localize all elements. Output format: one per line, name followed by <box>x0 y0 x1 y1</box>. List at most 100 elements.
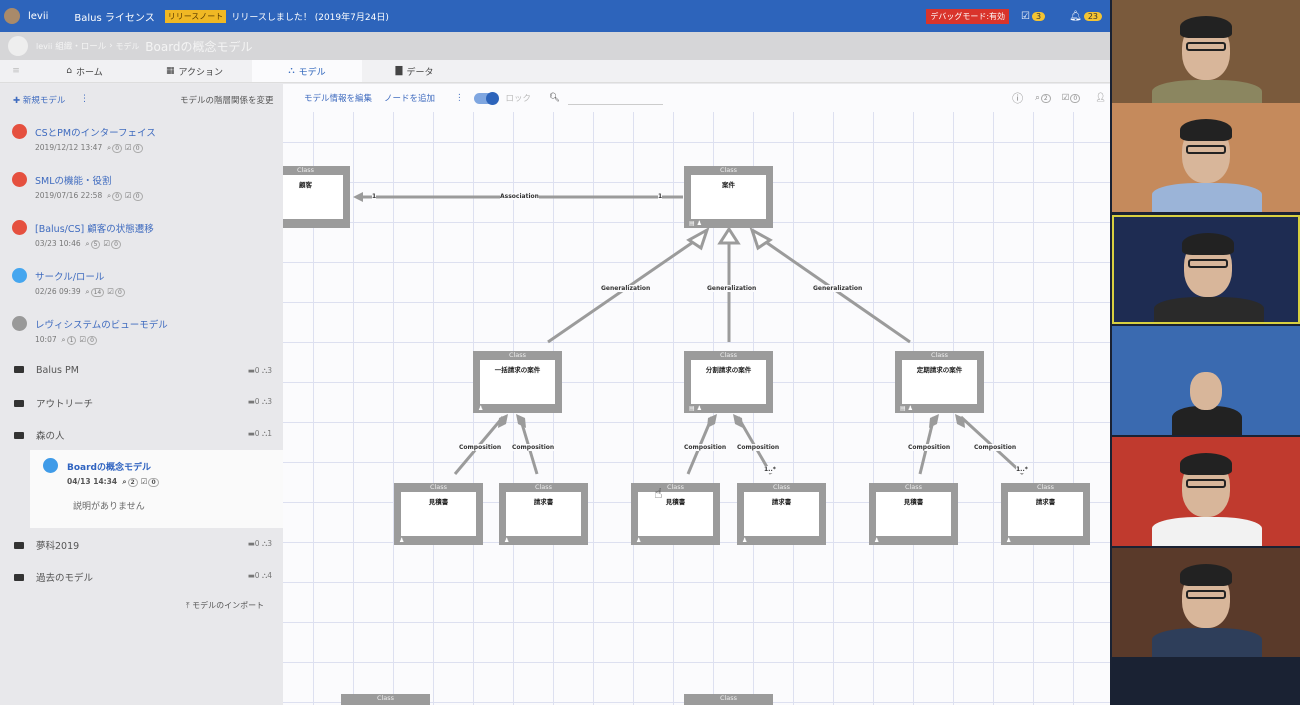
video-tile-active-speaker[interactable] <box>1112 215 1300 324</box>
more-icon[interactable]: ⋮ <box>455 93 464 103</box>
model-title: SMLの機能・役割 <box>35 176 112 187</box>
folder-counts: ▬0 ⛬3 <box>247 539 272 548</box>
composition-label: Composition <box>737 444 780 451</box>
node-icons: ▤ ♟ <box>689 405 702 412</box>
class-node-customer[interactable]: Class 顧客 <box>283 166 350 228</box>
folder-name: 森の人 <box>36 431 65 442</box>
breadcrumb-org[interactable]: levii <box>36 42 52 51</box>
tab-action[interactable]: ▦ アクション <box>137 60 252 82</box>
diagram-canvas[interactable]: Association 1 1 Generalization Generaliz… <box>283 112 1110 705</box>
tab-home[interactable]: ⌂ ホーム <box>32 60 137 82</box>
stereotype: Class <box>1036 483 1055 491</box>
lock-label: ロック <box>505 94 532 104</box>
change-hierarchy-button[interactable]: モデルの階層関係を変更 <box>180 94 274 106</box>
new-model-button[interactable]: ✚ 新規モデル <box>13 94 65 106</box>
license-name[interactable]: Balus ライセンス <box>74 9 154 24</box>
breadcrumb-section[interactable]: モデル <box>116 41 140 52</box>
folder-item[interactable]: Balus PM ▬0 ⛬3 <box>14 365 272 376</box>
comments-button[interactable]: ⌕ 2 <box>1035 93 1054 103</box>
generalization-label: Generalization <box>813 285 863 292</box>
model-title: CSとPMのインターフェイス <box>35 128 156 139</box>
tab-label: データ <box>406 67 434 78</box>
class-node-invoice[interactable]: Class 請求書 ♟ <box>499 483 588 545</box>
class-node-estimate[interactable]: Class 見積書 ♟ <box>869 483 958 545</box>
folder-item[interactable]: 過去のモデル ▬0 ⛬4 <box>14 570 272 584</box>
import-model-button[interactable]: ⤒ モデルのインポート <box>186 600 264 611</box>
model-title: レヴィシステムのビューモデル <box>35 320 168 331</box>
class-node[interactable]: Class <box>684 694 773 705</box>
composition-diamond <box>516 414 526 428</box>
folder-item-open[interactable]: 森の人 ▬0 ⛬1 <box>14 428 272 442</box>
class-node-periodic[interactable]: Class 定期請求の案件 ▤ ♟ <box>895 351 984 413</box>
notif-count: 23 <box>1083 11 1102 21</box>
folder-item[interactable]: アウトリーチ ▬0 ⛬3 <box>14 396 272 410</box>
class-node-estimate[interactable]: Class 見積書 ♟ <box>631 483 720 545</box>
more-icon[interactable]: ⋮ <box>80 94 89 104</box>
tasks-button[interactable]: ☑ 0 <box>1062 93 1083 103</box>
class-node-estimate[interactable]: Class 見積書 ♟ <box>394 483 483 545</box>
class-name: 見積書 <box>876 492 951 536</box>
breadcrumb-project[interactable]: 組織・ロール <box>55 40 106 52</box>
menu-icon[interactable]: ≡ <box>0 60 32 82</box>
class-node-invoice[interactable]: Class 請求書 ♟ <box>1001 483 1090 545</box>
task-count: 0 <box>114 288 125 297</box>
lock-toggle[interactable] <box>473 91 499 105</box>
pointer-cursor-icon: ☝ <box>654 486 663 502</box>
breadcrumb: levii 組織・ロール › モデル Boardの概念モデル <box>0 32 1110 60</box>
selected-model-item[interactable]: Boardの概念モデル 04/13 14:34 ⌕ 2 ☑ 0 説明がありません <box>30 450 283 528</box>
class-node-split[interactable]: Class 分割請求の案件 ▤ ♟ <box>684 351 773 413</box>
add-node-button[interactable]: ノードを追加 <box>384 92 435 104</box>
user-avatar[interactable] <box>4 8 20 24</box>
folder-icon <box>14 542 24 549</box>
table-icon: ▦ <box>165 66 175 76</box>
composition-label: Composition <box>684 444 727 451</box>
composition-diamond <box>955 414 965 428</box>
association-arrowhead <box>353 192 363 202</box>
release-note-tag[interactable]: リリースノート <box>164 9 227 23</box>
folder-item[interactable]: 夢科2019 ▬0 ⛬3 <box>14 538 272 552</box>
class-name: 顧客 <box>283 175 343 219</box>
video-tile[interactable] <box>1112 0 1300 109</box>
tasks-button[interactable]: ☑ 3 <box>1021 11 1046 22</box>
class-node[interactable]: Class <box>341 694 430 705</box>
generalization-label: Generalization <box>601 285 651 292</box>
user-icon[interactable]: 👤︎ <box>1095 93 1106 103</box>
multiplicity-label: 1..* <box>1016 466 1028 473</box>
model-color-dot <box>12 268 27 283</box>
info-icon[interactable]: ⓘ <box>1012 90 1023 106</box>
search-icon[interactable]: 🔍︎ <box>549 93 560 103</box>
generalization-label: Generalization <box>707 285 757 292</box>
class-node-invoice[interactable]: Class 請求書 ♟ <box>737 483 826 545</box>
notifications-button[interactable]: 🔔︎ 23 <box>1069 11 1102 22</box>
tab-data[interactable]: ▇ データ <box>362 60 467 82</box>
tab-model[interactable]: ⛬ モデル <box>252 60 362 82</box>
class-node-case[interactable]: Class 案件 ▤ ♟ <box>684 166 773 228</box>
video-tile[interactable] <box>1112 326 1300 435</box>
model-meta: 2019/12/12 13:47 ⌕ 0 ☑ 0 <box>35 143 146 153</box>
user-icon: ♟ <box>742 537 748 544</box>
class-node-lump[interactable]: Class 一括請求の案件 ♟ <box>473 351 562 413</box>
video-tile[interactable] <box>1112 548 1300 657</box>
model-meta: 2019/07/16 22:58 ⌕ 0 ☑ 0 <box>35 191 146 201</box>
edit-model-info-button[interactable]: モデル情報を編集 <box>304 92 372 104</box>
video-tile[interactable] <box>1112 437 1300 546</box>
user-icon: ♟ <box>478 405 484 412</box>
top-bar: levii Balus ライセンス リリースノート リリースしました！ (201… <box>0 0 1110 32</box>
release-text[interactable]: リリースしました！ (2019年7月24日) <box>231 10 389 23</box>
folder-icon <box>14 366 24 373</box>
home-icon: ⌂ <box>66 66 72 76</box>
association-label: Association <box>500 193 539 200</box>
class-name: 請求書 <box>506 492 581 536</box>
composition-label: Composition <box>908 444 951 451</box>
comment-count: 0 <box>112 144 123 153</box>
model-color-dot <box>12 220 27 235</box>
stereotype: Class <box>376 694 395 702</box>
video-tile[interactable] <box>1112 103 1300 212</box>
user-icon: ♟ <box>1006 537 1012 544</box>
stereotype: Class <box>719 166 738 174</box>
search-input[interactable] <box>567 91 663 105</box>
debug-mode-badge[interactable]: デバッグモード:有効 <box>926 8 1010 24</box>
user-name[interactable]: levii <box>28 11 48 22</box>
stereotype: Class <box>719 351 738 359</box>
task-count: 0 <box>111 240 121 249</box>
